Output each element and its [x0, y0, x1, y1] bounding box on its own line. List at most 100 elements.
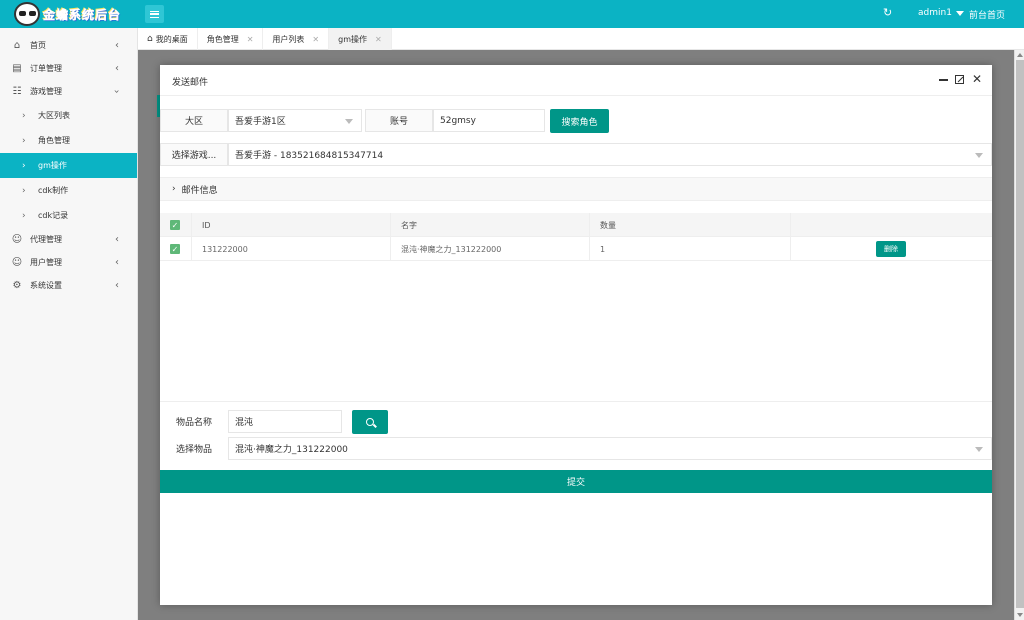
sidebar-item-label: 代理管理	[30, 235, 62, 244]
close-icon[interactable]: ✕	[247, 35, 254, 44]
select-game-value: 吾爱手游 - 183521684815347714	[235, 151, 384, 161]
tab-label: 角色管理	[206, 34, 239, 44]
top-header: 金蟾系统后台 ↻ admin1 前台首页	[0, 0, 1024, 28]
chevron-right-icon: ›	[22, 160, 26, 171]
select-game-select[interactable]: 吾爱手游 - 183521684815347714	[228, 143, 992, 166]
sidebar-item-system-settings[interactable]: ⚙ 系统设置 ‹	[0, 274, 137, 297]
sidebar-item-region-list[interactable]: › 大区列表	[0, 103, 137, 128]
caret-down-icon	[345, 119, 353, 124]
maximize-icon[interactable]	[955, 75, 964, 84]
sidebar-item-label: 首页	[30, 41, 46, 50]
tab-role-management[interactable]: 角色管理 ✕	[198, 28, 264, 50]
sidebar-item-gm-operation[interactable]: › gm操作	[0, 153, 137, 178]
account-input[interactable]: 52gmsy	[433, 109, 545, 132]
sidebar-item-label: cdk记录	[38, 211, 69, 220]
chevron-left-icon: ‹	[115, 40, 119, 51]
chevron-right-icon: ›	[22, 210, 26, 221]
region-select[interactable]: 吾爱手游1区	[228, 109, 362, 132]
close-icon[interactable]: ✕	[375, 35, 382, 44]
chevron-right-icon: ›	[22, 110, 26, 121]
modal-title-bar: 发送邮件 ✕	[160, 65, 992, 96]
select-item-label: 选择物品	[160, 437, 228, 460]
mail-info-label: 邮件信息	[181, 185, 218, 196]
chevron-down-icon: ‹	[111, 89, 123, 94]
chevron-right-icon: ›	[22, 135, 26, 146]
caret-down-icon	[955, 10, 964, 16]
tab-user-list[interactable]: 用户列表 ✕	[263, 28, 330, 50]
caret-down-icon	[975, 447, 983, 452]
sidebar-item-cdk-records[interactable]: › cdk记录	[0, 203, 137, 228]
region-label: 大区	[160, 109, 228, 132]
tab-gm-operation[interactable]: gm操作 ✕	[329, 28, 392, 50]
send-mail-modal: 发送邮件 ✕ 大区 吾爱手游1区 账号 52gmsy 搜索角色 选择游戏... …	[160, 65, 992, 605]
sidebar-item-cdk-create[interactable]: › cdk制作	[0, 178, 137, 203]
row-checkbox[interactable]: ✓	[170, 244, 180, 254]
caret-down-icon	[975, 153, 983, 158]
delete-button[interactable]: 删除	[876, 241, 906, 257]
home-icon: ⌂	[147, 34, 153, 44]
mail-items-table: ✓ ID 名字 数量 ✓ 131222000 混沌·神魔之力_131222000…	[160, 213, 992, 261]
search-role-button[interactable]: 搜索角色	[550, 109, 609, 133]
tab-bar: ⌂ 我的桌面 角色管理 ✕ 用户列表 ✕ gm操作 ✕	[138, 28, 1024, 50]
front-page-link[interactable]: 前台首页	[969, 8, 1005, 21]
panda-logo-icon	[14, 2, 40, 26]
page-scrollbar[interactable]	[1014, 50, 1024, 620]
item-name-input[interactable]: 混沌	[228, 410, 342, 433]
column-header-action	[790, 213, 992, 237]
gear-icon: ⚙	[12, 280, 22, 291]
sidebar-item-role-management[interactable]: › 角色管理	[0, 128, 137, 153]
column-header-name: 名字	[390, 213, 589, 237]
modal-title: 发送邮件	[172, 78, 209, 88]
header-checkbox-cell: ✓	[160, 213, 191, 237]
search-icon	[366, 418, 374, 426]
select-item-select[interactable]: 混沌·神魔之力_131222000	[228, 437, 992, 460]
chevron-left-icon: ‹	[115, 234, 119, 245]
item-name-input-value: 混沌	[235, 418, 254, 428]
sidebar-item-game-management[interactable]: ☷ 游戏管理 ‹	[0, 80, 137, 103]
tab-label: 用户列表	[272, 34, 305, 44]
chevron-left-icon: ‹	[115, 257, 119, 268]
scroll-up-icon[interactable]	[1017, 53, 1023, 57]
close-icon[interactable]: ✕	[972, 72, 982, 86]
sidebar-item-orders[interactable]: ▤ 订单管理 ‹	[0, 57, 137, 80]
logo-text: 金蟾系统后台	[43, 7, 122, 22]
chevron-left-icon: ‹	[115, 280, 119, 291]
sidebar-item-label: 大区列表	[38, 111, 70, 120]
home-icon: ⌂	[13, 40, 21, 51]
sidebar-item-label: 用户管理	[30, 258, 62, 267]
minimize-icon[interactable]	[939, 79, 948, 81]
region-select-value: 吾爱手游1区	[235, 117, 286, 127]
cell-id: 131222000	[191, 237, 390, 261]
refresh-icon[interactable]: ↻	[883, 6, 892, 19]
sidebar-item-user-management[interactable]: ☺ 用户管理 ‹	[0, 251, 137, 274]
mail-info-collapse[interactable]: › 邮件信息	[160, 177, 992, 201]
cell-name: 混沌·神魔之力_131222000	[390, 237, 589, 261]
sidebar-item-label: gm操作	[38, 161, 67, 170]
scroll-thumb[interactable]	[1016, 60, 1024, 608]
tab-label: gm操作	[338, 34, 367, 44]
sidebar-item-label: 系统设置	[30, 281, 62, 290]
select-all-checkbox[interactable]: ✓	[170, 220, 180, 230]
sidebar: ⌂ 首页 ‹ ▤ 订单管理 ‹ ☷ 游戏管理 ‹ › 大区列表 › 角色管理 ›…	[0, 28, 138, 620]
submit-button[interactable]: 提交	[160, 470, 992, 493]
logo[interactable]: 金蟾系统后台	[14, 2, 132, 26]
item-name-label: 物品名称	[160, 410, 228, 433]
close-icon[interactable]: ✕	[312, 35, 319, 44]
sidebar-item-label: 角色管理	[38, 136, 70, 145]
sidebar-item-home[interactable]: ⌂ 首页 ‹	[0, 34, 137, 57]
tab-my-desktop[interactable]: ⌂ 我的桌面	[138, 28, 198, 50]
row-checkbox-cell: ✓	[160, 237, 191, 261]
scroll-down-icon[interactable]	[1017, 613, 1023, 617]
chevron-right-icon: ›	[172, 184, 176, 194]
account-input-value: 52gmsy	[440, 115, 476, 126]
column-header-qty: 数量	[589, 213, 790, 237]
menu-toggle-button[interactable]	[145, 5, 164, 23]
user-icon: ☺	[11, 257, 23, 268]
sidebar-item-agent-management[interactable]: ☺ 代理管理 ‹	[0, 228, 137, 251]
user-name: admin1	[918, 8, 952, 18]
chevron-right-icon: ›	[22, 185, 26, 196]
user-menu[interactable]: admin1	[918, 8, 964, 18]
item-search-button[interactable]	[352, 410, 388, 434]
section-divider	[160, 401, 992, 402]
sidebar-item-label: 游戏管理	[30, 87, 62, 96]
